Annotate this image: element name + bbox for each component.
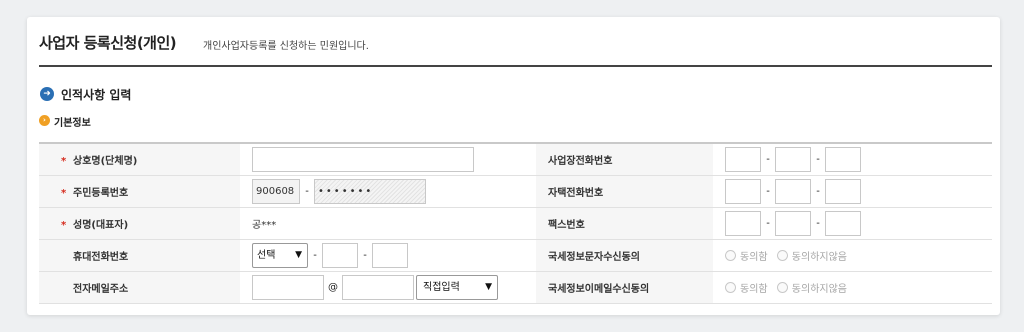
business-phone-part1-input[interactable] <box>725 146 761 172</box>
table-row: * 상호명(단체명) 사업장전화번호 -- <box>39 143 992 176</box>
fax-part1-input[interactable] <box>725 210 761 236</box>
form-panel: 사업자 등록신청(개인) 개인사업자등록를 신청하는 민원입니다. ➜ 인적사항… <box>27 17 1000 315</box>
representative-label: * 성명(대표자) <box>39 207 240 240</box>
required-mark: * <box>61 219 67 231</box>
fax-part3-input[interactable] <box>825 210 861 236</box>
email-domain-input[interactable] <box>342 274 414 300</box>
email-id-input[interactable] <box>252 274 324 300</box>
table-row: 휴대전화번호 선택 ▼ - - 국세정보문자수신동의 동의함 동의하지않음 <box>39 239 992 272</box>
mobile-last-input[interactable] <box>372 242 408 268</box>
table-row: 전자메일주소 @ 직접입력 ▼ 국세정보이메일수신동의 동의함 동의하지않음 <box>39 271 992 304</box>
business-phone-part3-input[interactable] <box>825 146 861 172</box>
company-name-input[interactable] <box>252 146 474 172</box>
fax-part2-input[interactable] <box>775 210 811 236</box>
at-sign: @ <box>328 281 338 293</box>
email-label: 전자메일주소 <box>39 271 240 304</box>
required-mark: * <box>61 155 67 167</box>
resident-number-label: * 주민등록번호 <box>39 175 240 208</box>
home-phone-label: 자택전화번호 <box>536 175 713 208</box>
subsection-title: 기본정보 <box>54 118 91 129</box>
home-phone-part1-input[interactable] <box>725 178 761 204</box>
page-description: 개인사업자등록를 신청하는 민원입니다. <box>203 41 369 52</box>
page-title: 사업자 등록신청(개인) <box>39 34 177 52</box>
arrow-right-circle-icon: › <box>39 115 50 126</box>
representative-name: 공*** <box>252 219 277 231</box>
email-consent-agree-label: 동의함 <box>740 283 768 295</box>
mobile-label: 휴대전화번호 <box>39 239 240 272</box>
chevron-down-icon: ▼ <box>295 249 302 260</box>
email-consent-disagree-radio[interactable] <box>776 281 788 293</box>
resident-number-front-input[interactable]: 900608 <box>252 178 300 204</box>
fax-label: 팩스번호 <box>536 207 713 240</box>
resident-number-back-input[interactable]: ••••••• <box>314 178 426 204</box>
chevron-down-icon: ▼ <box>485 281 492 292</box>
home-phone-part3-input[interactable] <box>825 178 861 204</box>
business-phone-label: 사업장전화번호 <box>536 143 713 176</box>
sms-consent-disagree-label: 동의하지않음 <box>791 251 847 263</box>
company-name-label: * 상호명(단체명) <box>39 143 240 176</box>
sms-consent-agree-label: 동의함 <box>740 251 768 263</box>
table-row: * 주민등록번호 900608- ••••••• 자택전화번호 -- <box>39 175 992 208</box>
table-row: * 성명(대표자) 공*** 팩스번호 -- <box>39 207 992 240</box>
arrow-right-circle-icon: ➜ <box>40 87 54 101</box>
home-phone-part2-input[interactable] <box>775 178 811 204</box>
section-title: 인적사항 입력 <box>61 88 132 102</box>
mobile-prefix-select[interactable]: 선택 ▼ <box>252 242 308 268</box>
basic-info-table: * 상호명(단체명) 사업장전화번호 -- * 주민등록번호 900608- ••••… <box>39 142 992 304</box>
business-phone-part2-input[interactable] <box>775 146 811 172</box>
email-consent-label: 국세정보이메일수신동의 <box>536 271 713 304</box>
email-consent-disagree-label: 동의하지않음 <box>791 283 847 295</box>
required-mark: * <box>61 187 67 199</box>
page-header: 사업자 등록신청(개인) 개인사업자등록를 신청하는 민원입니다. <box>39 31 992 67</box>
email-consent-agree-radio[interactable] <box>725 281 736 293</box>
mobile-middle-input[interactable] <box>322 242 358 268</box>
sms-consent-disagree-radio[interactable] <box>776 249 788 261</box>
sms-consent-label: 국세정보문자수신동의 <box>536 239 713 272</box>
email-domain-select[interactable]: 직접입력 ▼ <box>416 274 498 300</box>
sms-consent-agree-radio[interactable] <box>725 249 736 261</box>
